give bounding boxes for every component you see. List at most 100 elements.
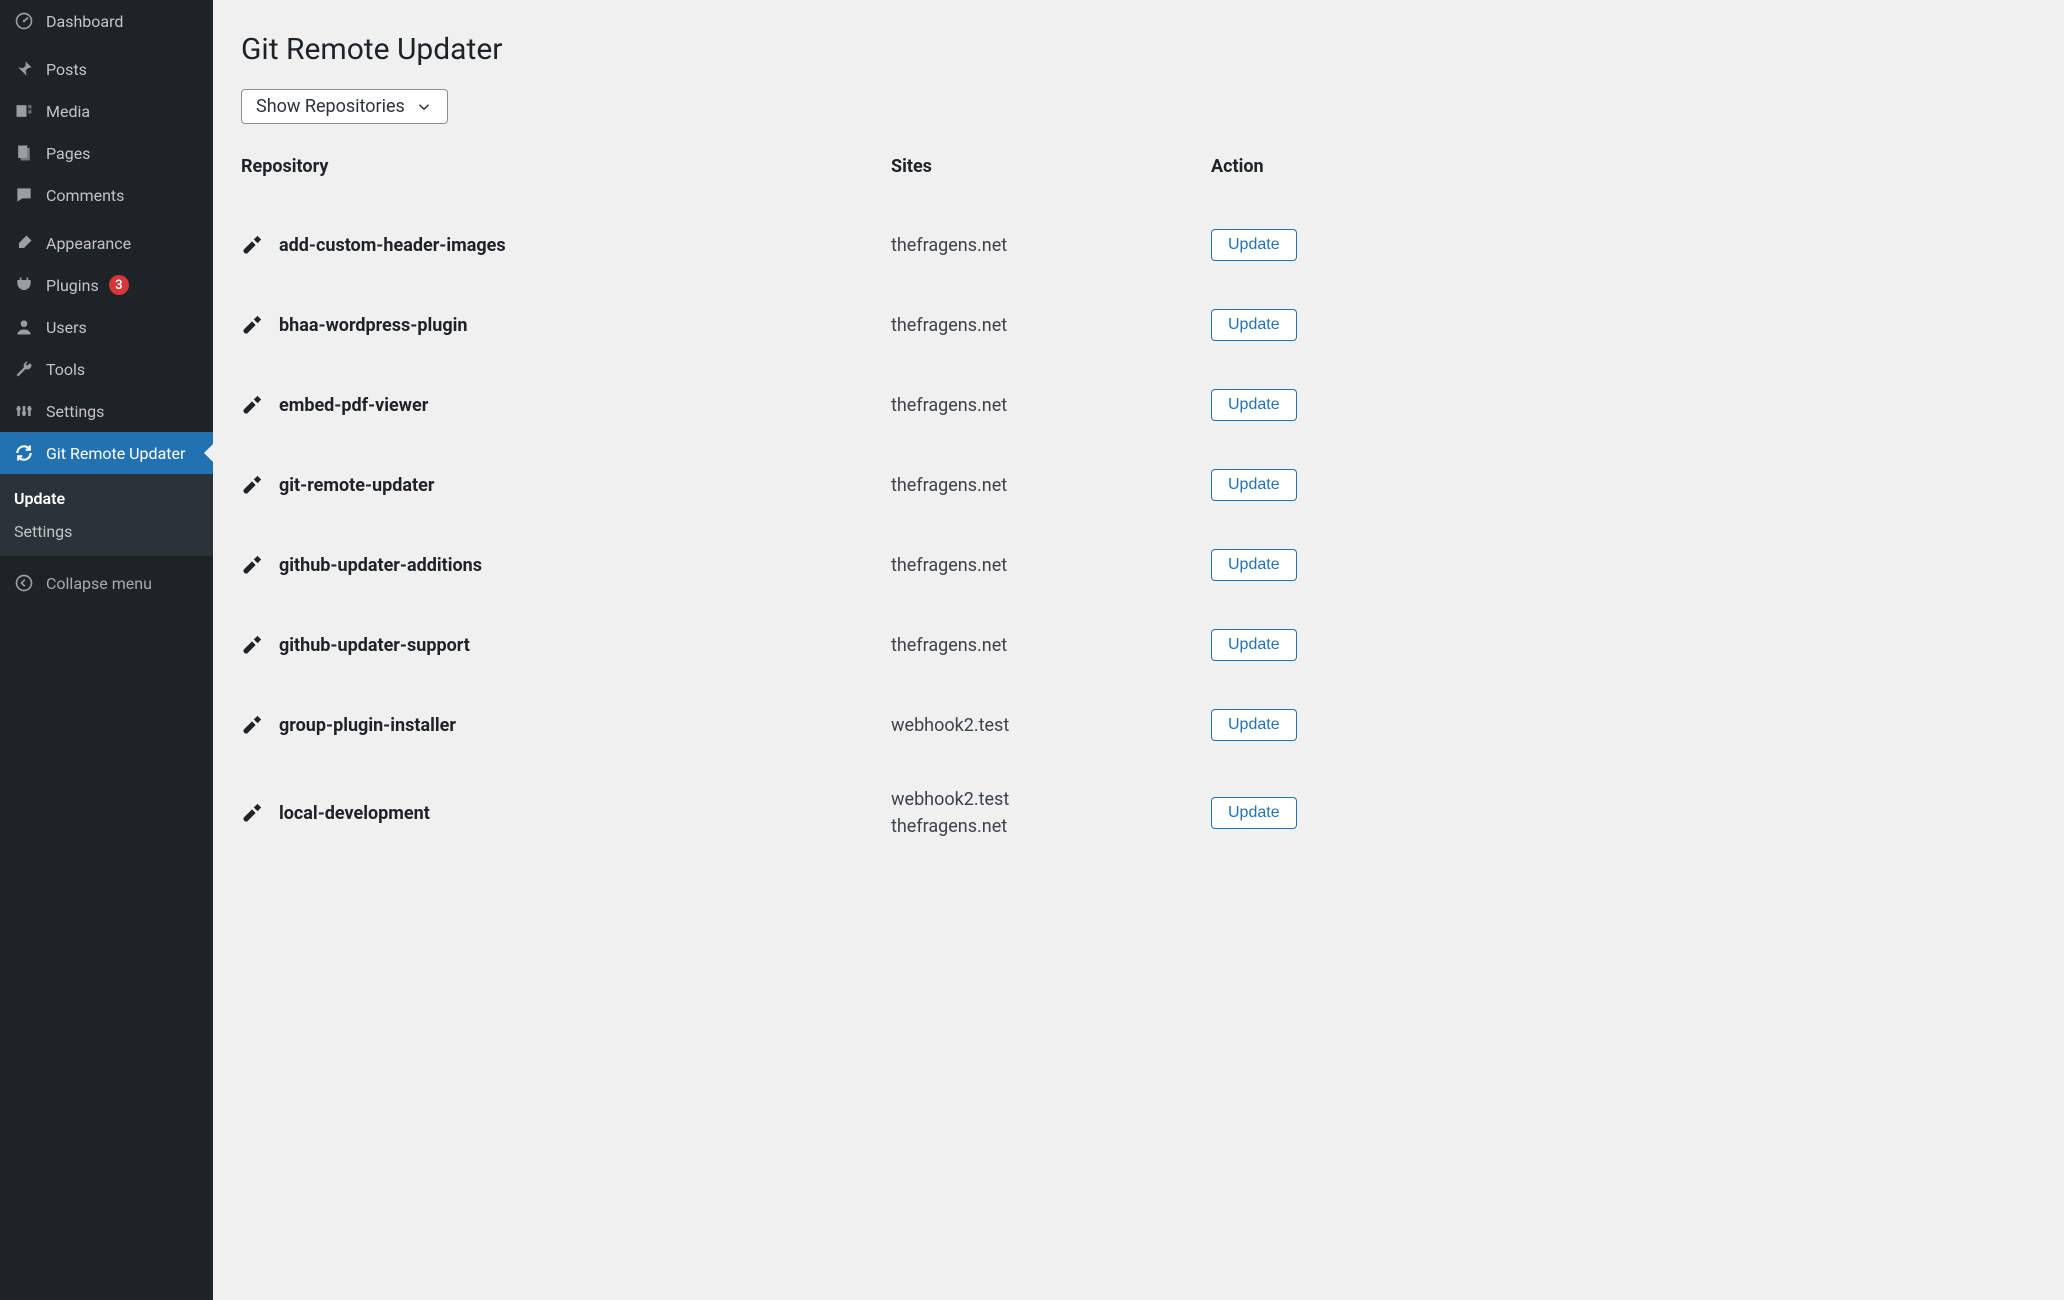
repo-name: add-custom-header-images [279, 235, 506, 256]
submenu-item-update[interactable]: Update [0, 482, 213, 515]
action-cell: Update [1211, 205, 1331, 285]
site-name: thefragens.net [891, 475, 1201, 496]
table-row: github-updater-additions thefragens.net Up… [241, 525, 1331, 605]
sidebar-item-plugins[interactable]: Plugins 3 [0, 264, 213, 306]
update-button[interactable]: Update [1211, 797, 1297, 829]
dashboard-icon [12, 9, 36, 33]
action-cell: Update [1211, 605, 1331, 685]
sidebar-item-tools[interactable]: Tools [0, 348, 213, 390]
repo-name: bhaa-wordpress-plugin [279, 315, 467, 336]
update-button[interactable]: Update [1211, 549, 1297, 581]
sidebar-item-pages[interactable]: Pages [0, 132, 213, 174]
comment-icon [12, 183, 36, 207]
repo-name: git-remote-updater [279, 475, 434, 496]
submenu-item-settings[interactable]: Settings [0, 515, 213, 548]
action-cell: Update [1211, 765, 1331, 861]
repo-cell: github-updater-support [241, 605, 891, 685]
update-button[interactable]: Update [1211, 309, 1297, 341]
action-cell: Update [1211, 365, 1331, 445]
site-name: thefragens.net [891, 315, 1201, 336]
repo-name: local-development [279, 803, 430, 824]
page-title: Git Remote Updater [241, 14, 2036, 81]
table-row: bhaa-wordpress-plugin thefragens.net Updat… [241, 285, 1331, 365]
sidebar-item-label: Tools [46, 360, 85, 379]
brush-icon [12, 231, 36, 255]
sidebar-item-label: Posts [46, 60, 87, 79]
col-header-sites: Sites [891, 146, 1211, 205]
sidebar-submenu: UpdateSettings [0, 474, 213, 556]
table-row: github-updater-support thefragens.net Upda… [241, 605, 1331, 685]
sites-cell: thefragens.net [891, 605, 1211, 685]
col-header-action: Action [1211, 146, 1331, 205]
update-button[interactable]: Update [1211, 629, 1297, 661]
update-count-badge: 3 [109, 275, 129, 295]
sidebar-item-label: Media [46, 102, 90, 121]
col-header-repository: Repository [241, 146, 891, 205]
pin-icon [12, 57, 36, 81]
collapse-menu-button[interactable]: Collapse menu [0, 562, 213, 604]
site-name: thefragens.net [891, 635, 1201, 656]
table-row: embed-pdf-viewerthefragens.netUpdate [241, 365, 1331, 445]
plugin-icon [241, 474, 263, 496]
plugin-icon [241, 554, 263, 576]
sidebar-item-label: Pages [46, 144, 90, 163]
media-icon [12, 99, 36, 123]
sidebar-item-git-remote-updater[interactable]: Git Remote Updater [0, 432, 213, 474]
site-name: thefragens.net [891, 816, 1201, 837]
repo-cell: bhaa-wordpress-plugin [241, 285, 891, 365]
settings-icon [12, 399, 36, 423]
user-icon [12, 315, 36, 339]
sites-cell: webhook2.test [891, 685, 1211, 765]
update-button[interactable]: Update [1211, 469, 1297, 501]
update-button[interactable]: Update [1211, 229, 1297, 261]
repo-cell: group-plugin-installer [241, 685, 891, 765]
sidebar-item-label: Settings [46, 402, 104, 421]
pages-icon [12, 141, 36, 165]
filter-label: Show Repositories [256, 96, 405, 117]
update-button[interactable]: Update [1211, 389, 1297, 421]
site-name: thefragens.net [891, 555, 1201, 576]
table-row: add-custom-header-images thefragens.net Up… [241, 205, 1331, 285]
plugin-icon [241, 802, 263, 824]
sidebar-item-label: Users [46, 318, 87, 337]
site-name: webhook2.test [891, 789, 1201, 810]
sidebar-item-label: Plugins [46, 276, 99, 295]
table-row: group-plugin-installerwebhook2.test Updat… [241, 685, 1331, 765]
show-repositories-select[interactable]: Show Repositories [241, 89, 448, 124]
chevron-down-icon [415, 98, 433, 116]
wrench-icon [12, 357, 36, 381]
sidebar-item-appearance[interactable]: Appearance [0, 222, 213, 264]
sidebar-item-posts[interactable]: Posts [0, 48, 213, 90]
sidebar-item-comments[interactable]: Comments [0, 174, 213, 216]
plugin-icon [241, 714, 263, 736]
sidebar-item-media[interactable]: Media [0, 90, 213, 132]
repo-name: github-updater-support [279, 635, 470, 656]
repo-cell: github-updater-additions [241, 525, 891, 605]
sidebar-item-settings[interactable]: Settings [0, 390, 213, 432]
sites-cell: thefragens.net [891, 285, 1211, 365]
site-name: webhook2.test [891, 715, 1201, 736]
collapse-label: Collapse menu [46, 574, 152, 593]
update-button[interactable]: Update [1211, 709, 1297, 741]
plugin-icon [241, 394, 263, 416]
table-row: git-remote-updater thefragens.net Update [241, 445, 1331, 525]
plugin-icon [241, 314, 263, 336]
main-content: Git Remote Updater Show Repositories Rep… [213, 0, 2064, 1300]
sidebar-item-users[interactable]: Users [0, 306, 213, 348]
sidebar-item-dashboard[interactable]: Dashboard [0, 0, 213, 42]
action-cell: Update [1211, 525, 1331, 605]
repo-name: github-updater-additions [279, 555, 482, 576]
table-row: local-development webhook2.test thefragens… [241, 765, 1331, 861]
plug-icon [12, 273, 36, 297]
site-name: thefragens.net [891, 235, 1201, 256]
action-cell: Update [1211, 445, 1331, 525]
collapse-icon [12, 571, 36, 595]
plugin-icon [241, 234, 263, 256]
refresh-icon [12, 441, 36, 465]
sidebar-item-label: Dashboard [46, 12, 123, 31]
sites-cell: thefragens.net [891, 365, 1211, 445]
sites-cell: thefragens.net [891, 205, 1211, 285]
sidebar-item-label: Git Remote Updater [46, 444, 185, 463]
sites-cell: thefragens.net [891, 525, 1211, 605]
repo-cell: git-remote-updater [241, 445, 891, 525]
